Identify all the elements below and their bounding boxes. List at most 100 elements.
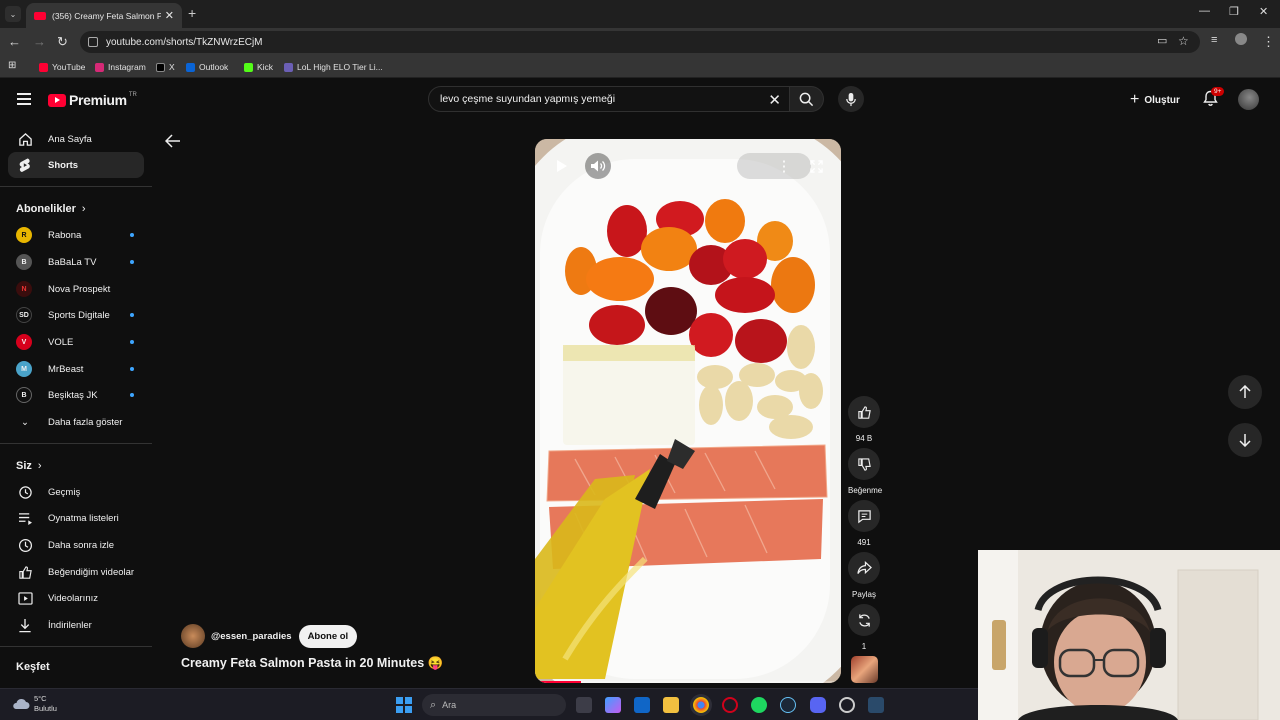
sidebar-item-label: Shorts	[48, 159, 79, 171]
spotify-icon[interactable]	[751, 697, 767, 713]
url-field[interactable]: youtube.com/shorts/TkZNWrzECjM	[80, 31, 1200, 53]
fullscreen-button[interactable]	[803, 153, 829, 179]
game-app-icon[interactable]	[868, 697, 884, 713]
weather-widget[interactable]: 5°C Bulutlu	[12, 694, 57, 714]
notifications-button[interactable]: 9+	[1203, 87, 1225, 112]
subscriptions-heading[interactable]: Abonelikler ›	[16, 203, 86, 215]
create-button[interactable]: + Oluştur	[1130, 91, 1180, 109]
bookmark-outlook[interactable]: Outlook	[186, 62, 228, 72]
channel-avatar[interactable]	[181, 624, 205, 648]
cast-icon[interactable]: ▭	[1157, 34, 1167, 47]
sound-thumbnail[interactable]	[851, 656, 878, 683]
sidebar-channel-babala[interactable]: B BaBaLa TV	[8, 249, 144, 275]
file-explorer-icon[interactable]	[663, 697, 679, 713]
share-action[interactable]: Paylaş	[848, 552, 880, 599]
show-more-button[interactable]: ⌄ Daha fazla göster	[8, 409, 144, 435]
previous-short-button[interactable]	[1228, 375, 1262, 409]
browser-tab-active[interactable]: (356) Creamy Feta Salmon Pasta ✕	[26, 3, 182, 28]
volume-button[interactable]	[585, 153, 611, 179]
sidebar-item-liked[interactable]: Beğendiğim videolar	[8, 559, 144, 585]
chrome-icon[interactable]	[693, 697, 709, 713]
sidebar-channel-mrbeast[interactable]: M MrBeast	[8, 356, 144, 382]
new-tab-button[interactable]: +	[188, 5, 196, 21]
instagram-icon	[95, 62, 104, 72]
site-info-icon[interactable]	[88, 37, 98, 47]
media-control-icon[interactable]: ≡	[1211, 34, 1217, 46]
opera-icon[interactable]	[722, 697, 738, 713]
minimize-icon[interactable]: —	[1199, 5, 1210, 17]
taskbar-search-input[interactable]: ⌕ Ara	[422, 694, 566, 716]
remix-action[interactable]: 1	[848, 604, 880, 651]
windows-start-icon[interactable]	[396, 697, 412, 713]
bookmark-youtube[interactable]: YouTube	[39, 62, 85, 72]
apps-grid-icon[interactable]: ⊞	[8, 60, 16, 71]
play-button[interactable]	[549, 153, 575, 179]
bookmark-x[interactable]: X	[156, 62, 175, 72]
sidebar-item-watch-later[interactable]: Daha sonra izle	[8, 532, 144, 558]
next-short-button[interactable]	[1228, 423, 1262, 457]
more-options-button[interactable]: ⋮	[771, 153, 797, 179]
bookmark-kick[interactable]: Kick	[244, 62, 273, 72]
sidebar-item-history[interactable]: Geçmiş	[8, 479, 144, 505]
sidebar-channel-rabona[interactable]: R Rabona	[8, 222, 144, 248]
sidebar-item-your-videos[interactable]: Videolarınız	[8, 585, 144, 611]
remix-button[interactable]	[848, 604, 880, 636]
like-button[interactable]	[848, 396, 880, 428]
discord-icon[interactable]	[810, 697, 826, 713]
browser-menu-icon[interactable]: ⋮	[1262, 34, 1275, 50]
back-icon[interactable]: ←	[8, 34, 21, 49]
sidebar-item-downloads[interactable]: İndirilenler	[8, 612, 144, 638]
channel-avatar: B	[16, 387, 32, 403]
shorts-video-player[interactable]: ⋮	[535, 139, 841, 683]
bookmark-star-icon[interactable]: ☆	[1178, 34, 1189, 48]
home-icon	[16, 130, 34, 148]
playlists-icon	[16, 509, 34, 527]
task-view-icon[interactable]	[576, 697, 592, 713]
forward-icon[interactable]: →	[33, 34, 46, 49]
video-progress-bar[interactable]	[535, 681, 841, 683]
account-avatar[interactable]	[1238, 89, 1259, 110]
tab-search-button[interactable]: ⌄	[5, 6, 21, 22]
youtube-icon	[39, 62, 48, 72]
sidebar-item-home[interactable]: Ana Sayfa	[8, 126, 144, 152]
clear-search-icon[interactable]: ✕	[768, 91, 781, 109]
sidebar-channel-nova[interactable]: N Nova Prospekt	[8, 276, 144, 302]
sidebar-channel-besiktas[interactable]: B Beşiktaş JK	[8, 382, 144, 408]
outlook-icon[interactable]	[634, 697, 650, 713]
share-button[interactable]	[848, 552, 880, 584]
steam-icon[interactable]	[780, 697, 796, 713]
restore-icon[interactable]: ❐	[1229, 5, 1239, 18]
sidebar-item-playlists[interactable]: Oynatma listeleri	[8, 505, 144, 531]
youtube-premium-logo[interactable]: Premium TR	[48, 92, 137, 108]
comments-action[interactable]: 491	[848, 500, 880, 547]
channel-name[interactable]: @essen_paradies	[211, 631, 292, 642]
sidebar-item-shorts[interactable]: Shorts	[8, 152, 144, 178]
reload-icon[interactable]: ↻	[57, 34, 68, 50]
dislike-button[interactable]	[848, 448, 880, 480]
voice-search-button[interactable]	[838, 86, 864, 112]
share-icon	[856, 561, 872, 575]
sidebar-channel-sports-digitale[interactable]: SD Sports Digitale	[8, 302, 144, 328]
menu-hamburger-icon[interactable]	[17, 93, 31, 105]
you-heading[interactable]: Siz ›	[16, 460, 42, 472]
dislike-label: Beğenme	[848, 486, 883, 495]
search-button[interactable]	[790, 86, 824, 112]
short-title[interactable]: Creamy Feta Salmon Pasta in 20 Minutes 😝	[181, 656, 443, 671]
comments-button[interactable]	[848, 500, 880, 532]
new-content-dot	[130, 233, 134, 237]
app-icon[interactable]	[839, 697, 855, 713]
webcam-person-image	[978, 550, 1280, 720]
dislike-action[interactable]: Beğenme	[848, 448, 883, 495]
bookmark-instagram[interactable]: Instagram	[95, 62, 146, 72]
sidebar-channel-vole[interactable]: V VOLE	[8, 329, 144, 355]
tab-close-icon[interactable]: ✕	[165, 9, 174, 22]
profile-icon[interactable]	[1235, 33, 1247, 45]
window-close-icon[interactable]: ✕	[1259, 5, 1268, 18]
like-action[interactable]: 94 B	[848, 396, 880, 443]
subscribe-button[interactable]: Abone ol	[298, 624, 358, 648]
search-input[interactable]: levo çeşme suyundan yapmış yemeği ✕	[428, 86, 790, 112]
copilot-icon[interactable]	[605, 697, 621, 713]
arrow-down-icon	[1239, 434, 1251, 447]
bookmark-lol[interactable]: LoL High ELO Tier Li...	[284, 62, 383, 72]
back-arrow-icon[interactable]	[164, 134, 181, 153]
